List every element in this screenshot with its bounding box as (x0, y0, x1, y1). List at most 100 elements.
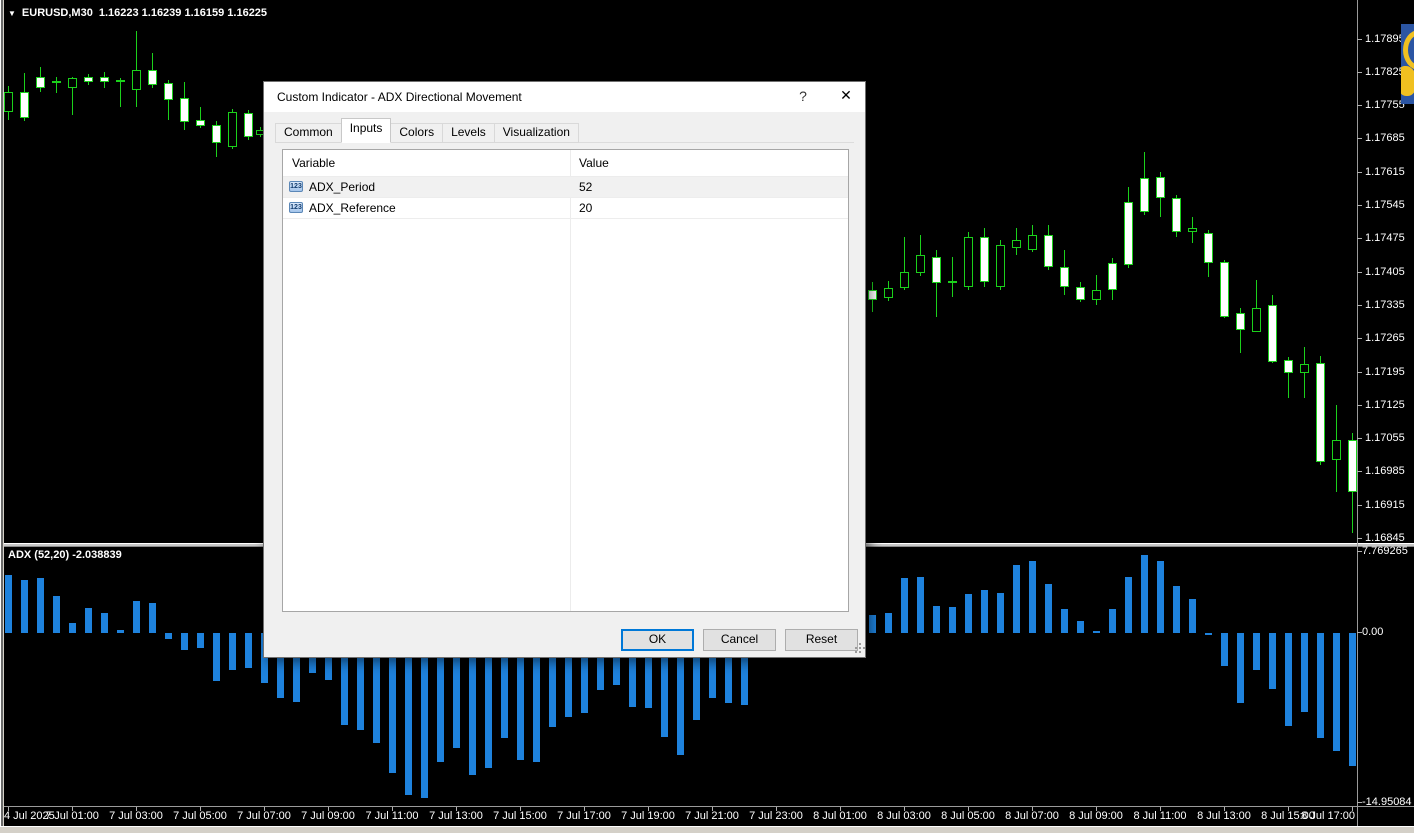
time-label: 8 Jul 05:00 (941, 810, 995, 822)
histogram-bar (869, 615, 876, 633)
candle (1140, 178, 1149, 212)
histogram-bar (1109, 609, 1116, 633)
variable-value[interactable]: 52 (579, 180, 592, 194)
column-divider (570, 150, 571, 611)
price-tick (1357, 39, 1362, 40)
price-tick (1357, 238, 1362, 239)
histogram-bar (37, 578, 44, 633)
candle (1188, 228, 1197, 232)
close-icon[interactable]: ✕ (833, 87, 859, 108)
price-label: 1.17825 (1365, 66, 1405, 78)
histogram-bar (1141, 555, 1148, 633)
histogram-bar (245, 633, 252, 668)
tab-common[interactable]: Common (275, 123, 342, 143)
table-row[interactable]: 123 ADX_Period 52 (283, 177, 848, 198)
time-label: 7 Jul 11:00 (365, 810, 419, 822)
tab-visualization[interactable]: Visualization (493, 123, 579, 143)
histogram-bar (149, 603, 156, 633)
reset-button[interactable]: Reset (785, 629, 858, 651)
price-tick (1357, 205, 1362, 206)
histogram-bar (933, 606, 940, 633)
candle (1348, 440, 1357, 492)
candle (20, 92, 29, 118)
histogram-bar (1173, 586, 1180, 633)
candle (148, 70, 157, 85)
custom-indicator-dialog: Custom Indicator - ADX Directional Movem… (263, 81, 866, 658)
tab-inputs[interactable]: Inputs (340, 118, 392, 143)
price-label: 1.17755 (1365, 99, 1405, 111)
dialog-titlebar[interactable]: Custom Indicator - ADX Directional Movem… (264, 82, 865, 112)
help-icon[interactable]: ? (792, 88, 814, 108)
dialog-tabs: Common Inputs Colors Levels Visualization (275, 118, 579, 143)
indicator-axis-label: 7.769265 (1362, 545, 1408, 557)
dialog-title: Custom Indicator - ADX Directional Movem… (277, 90, 522, 104)
ok-button[interactable]: OK (621, 629, 694, 651)
symbol-label: EURUSD,M30 (21, 7, 93, 19)
time-label: 8 Jul 01:00 (813, 810, 867, 822)
histogram-bar (53, 596, 60, 633)
histogram-bar (917, 577, 924, 633)
histogram-bar (21, 580, 28, 633)
candle-wick (952, 257, 953, 297)
histogram-bar (101, 613, 108, 633)
price-tick (1357, 72, 1362, 73)
variable-value[interactable]: 20 (579, 201, 592, 215)
price-label: 1.17195 (1365, 366, 1405, 378)
symbol-dropdown-icon[interactable]: ▼ (8, 9, 16, 18)
resize-grip[interactable] (855, 647, 857, 649)
ohlc-values: 1.16223 1.16239 1.16159 1.16225 (98, 7, 268, 19)
candle (1204, 233, 1213, 263)
time-label: 8 Jul 07:00 (1005, 810, 1059, 822)
candle-wick (56, 77, 57, 93)
tab-colors[interactable]: Colors (390, 123, 444, 143)
candle (212, 125, 221, 143)
histogram-bar (885, 613, 892, 633)
histogram-bar (997, 593, 1004, 633)
price-label: 1.17125 (1365, 399, 1405, 411)
table-row[interactable]: 123 ADX_Reference 20 (283, 198, 848, 219)
candle (868, 290, 877, 300)
time-label: 8 Jul 17:00 (1301, 810, 1355, 822)
histogram-bar (1029, 561, 1036, 633)
price-label: 1.17545 (1365, 199, 1405, 211)
params-table-body: 123 ADX_Period 52 123 ADX_Reference 20 (283, 177, 848, 219)
broker-logo-fragment (1401, 24, 1414, 104)
histogram-bar (1349, 633, 1356, 766)
histogram-bar (181, 633, 188, 650)
tab-levels[interactable]: Levels (442, 123, 495, 143)
time-label: 7 Jul 15:00 (493, 810, 547, 822)
candle (884, 288, 893, 298)
candle (196, 120, 205, 126)
time-label: 7 Jul 07:00 (237, 810, 291, 822)
candle (1108, 263, 1117, 290)
table-header: Variable Value (283, 150, 848, 177)
mt4-chart-window: ▼ EURUSD,M30 1.16223 1.16239 1.16159 1.1… (0, 0, 1414, 833)
chart-header: ▼ EURUSD,M30 1.16223 1.16239 1.16159 1.1… (8, 7, 267, 19)
histogram-bar (1045, 584, 1052, 633)
price-label: 1.16915 (1365, 499, 1405, 511)
histogram-bar (1253, 633, 1260, 670)
candle (100, 77, 109, 82)
cancel-button[interactable]: Cancel (703, 629, 776, 651)
histogram-bar (1013, 565, 1020, 633)
candle (1156, 177, 1165, 198)
candle (1332, 440, 1341, 460)
candle (228, 112, 237, 147)
candle (996, 245, 1005, 287)
numeric-parameter-icon: 123 (289, 181, 303, 192)
histogram-bar (165, 633, 172, 639)
price-label: 1.17265 (1365, 332, 1405, 344)
histogram-bar (1269, 633, 1276, 689)
histogram-bar (1125, 577, 1132, 633)
candle (1060, 267, 1069, 287)
price-label: 1.16845 (1365, 532, 1405, 544)
price-tick (1357, 505, 1362, 506)
indicator-axis-label: -14.95084 (1362, 796, 1412, 808)
histogram-bar (1301, 633, 1308, 712)
histogram-bar (1189, 599, 1196, 633)
time-axis-line (0, 806, 1414, 807)
candle (1300, 364, 1309, 373)
candle (900, 272, 909, 288)
candle (916, 255, 925, 273)
histogram-bar (901, 578, 908, 633)
